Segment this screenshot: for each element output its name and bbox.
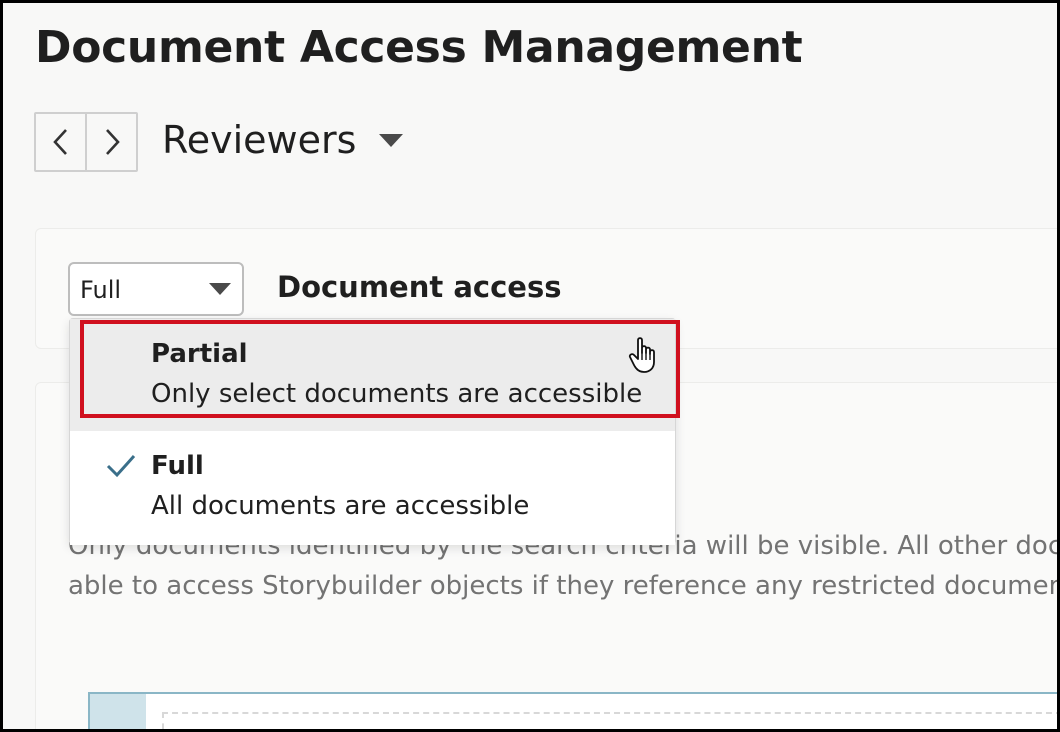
access-level-dropdown: Partial Only select documents are access…	[69, 318, 676, 545]
option-description: All documents are accessible	[151, 491, 530, 521]
previous-view-button[interactable]	[36, 114, 85, 170]
view-selector[interactable]: Reviewers	[162, 118, 404, 162]
next-view-button[interactable]	[85, 114, 136, 170]
drop-zone[interactable]	[162, 712, 1060, 732]
option-title: Partial	[151, 339, 248, 369]
caret-down-icon	[209, 283, 231, 295]
access-level-value: Full	[80, 276, 122, 304]
view-navigation	[34, 112, 138, 172]
hand-pointer-icon	[628, 337, 655, 373]
criteria-panel	[88, 692, 1060, 732]
view-title: Reviewers	[162, 118, 357, 162]
option-partial[interactable]: Partial Only select documents are access…	[70, 319, 675, 431]
check-icon	[106, 454, 136, 478]
access-level-select[interactable]: Full	[68, 262, 244, 316]
description-line: able to access Storybuilder objects if t…	[68, 571, 1060, 601]
page-title: Document Access Management	[35, 22, 803, 73]
panel-sidebar	[90, 694, 146, 732]
option-title: Full	[151, 451, 204, 481]
chevron-right-icon	[105, 129, 120, 155]
chevron-left-icon	[52, 129, 67, 155]
document-access-label: Document access	[277, 270, 562, 304]
option-description: Only select documents are accessible	[151, 379, 643, 409]
caret-down-icon	[379, 134, 404, 147]
option-full[interactable]: Full All documents are accessible	[70, 431, 675, 545]
